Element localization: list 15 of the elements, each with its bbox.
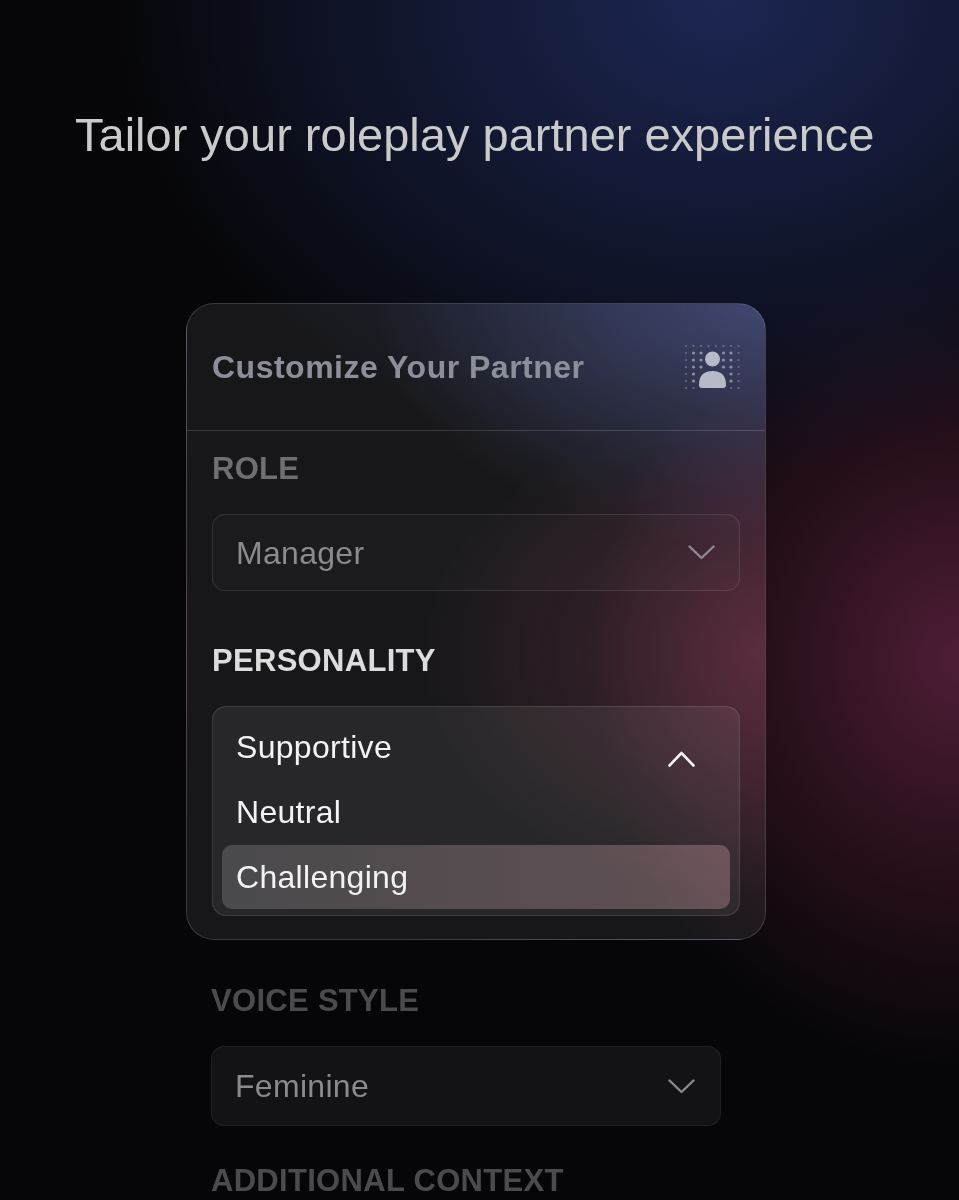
field-label: PERSONALITY [212,643,437,679]
dropdown-option[interactable]: Supportive [222,715,730,779]
field-label: ADDITIONAL CONTEXT [211,1163,565,1199]
field-label: VOICE STYLE [211,983,421,1019]
person-icon [684,344,741,390]
page-heading: Tailor your roleplay partner experience [75,107,876,163]
select-field[interactable]: Feminine [211,1046,721,1126]
dropdown-option[interactable]: Challenging [222,845,730,909]
chevron-up-icon[interactable] [668,751,695,767]
select-field[interactable]: Manager [212,514,740,591]
card-title: Customize Your Partner [212,348,585,386]
chevron-down-icon [688,545,715,560]
chevron-down-icon [668,1078,695,1094]
field-label: ROLE [212,451,301,487]
dropdown-option[interactable]: Neutral [222,780,730,844]
